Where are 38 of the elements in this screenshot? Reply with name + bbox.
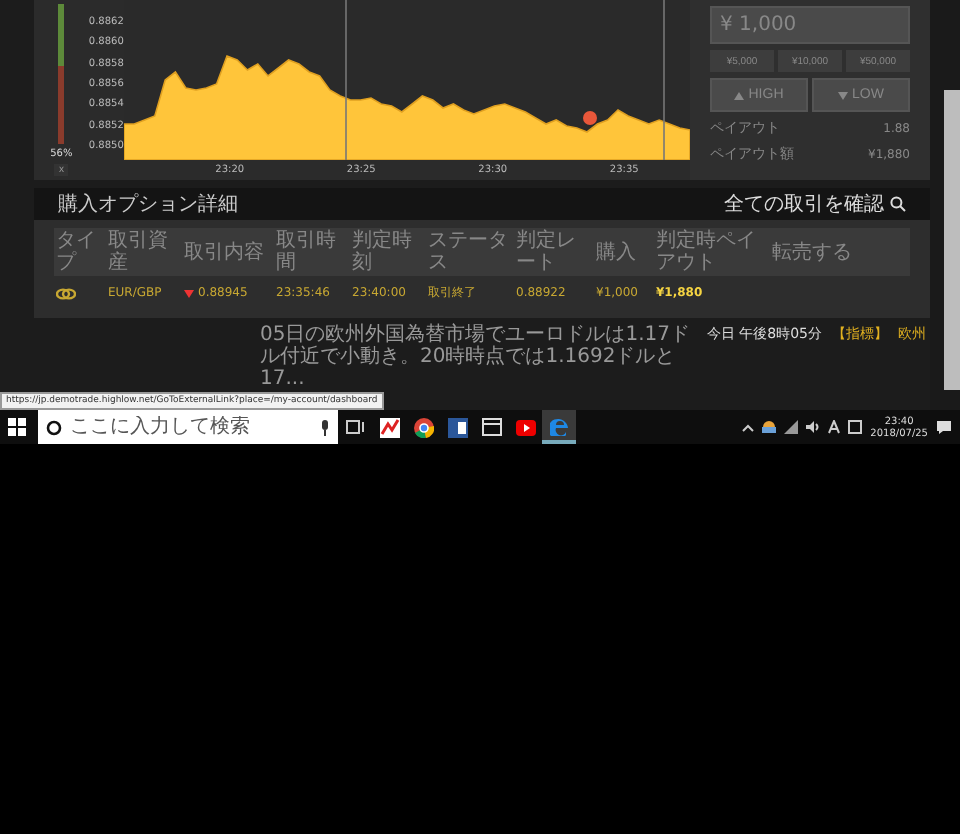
microphone-icon <box>320 419 330 435</box>
word-icon <box>447 417 467 437</box>
link-icon <box>56 287 76 299</box>
news-text: 05日の欧州外国為替市場でユーロドルは1.17ドル付近で小動き。20時時点では1.1692ドルと17... <box>260 324 692 390</box>
keyboard-icon[interactable] <box>828 420 841 434</box>
window-icon <box>481 418 501 436</box>
weather-icon[interactable] <box>762 420 777 434</box>
column-header: 取引内容 <box>182 239 266 265</box>
column-header: 取引時間 <box>274 228 338 276</box>
column-header: 転売する <box>770 239 854 265</box>
all-trades-link[interactable]: 全ての取引を確認 <box>724 190 884 218</box>
play-icon <box>515 419 535 435</box>
down-caret-icon <box>838 91 849 99</box>
search-field[interactable]: ここに入力して検索 <box>38 410 338 444</box>
column-header: タイプ <box>54 228 98 276</box>
column-header: 判定レート <box>514 228 578 276</box>
network-icon[interactable] <box>784 420 799 434</box>
amount-field[interactable]: ¥ 1,000 <box>710 6 910 44</box>
column-header: ステータス <box>426 228 510 276</box>
down-arrow-icon <box>184 289 194 297</box>
up-caret-icon <box>734 91 745 99</box>
chart-app-icon <box>379 417 399 437</box>
chevron-up-icon[interactable] <box>742 423 755 431</box>
section-title: 購入オプション詳細 <box>58 191 238 218</box>
task-view-icon <box>346 420 364 434</box>
notification-icon[interactable] <box>936 420 952 434</box>
screen-icon[interactable] <box>848 420 863 434</box>
chrome-icon <box>413 417 433 437</box>
column-header: 判定時ペイアウト <box>654 228 758 276</box>
circle-icon <box>46 419 62 435</box>
column-header: 取引資産 <box>106 228 170 276</box>
column-header: 判定時刻 <box>350 228 414 276</box>
column-header: 購入 <box>594 239 638 265</box>
meter-bar <box>58 4 65 144</box>
scrollbar[interactable] <box>944 90 960 390</box>
volume-icon[interactable] <box>806 420 821 434</box>
browser-icon <box>549 415 569 435</box>
search-icon <box>890 196 906 212</box>
